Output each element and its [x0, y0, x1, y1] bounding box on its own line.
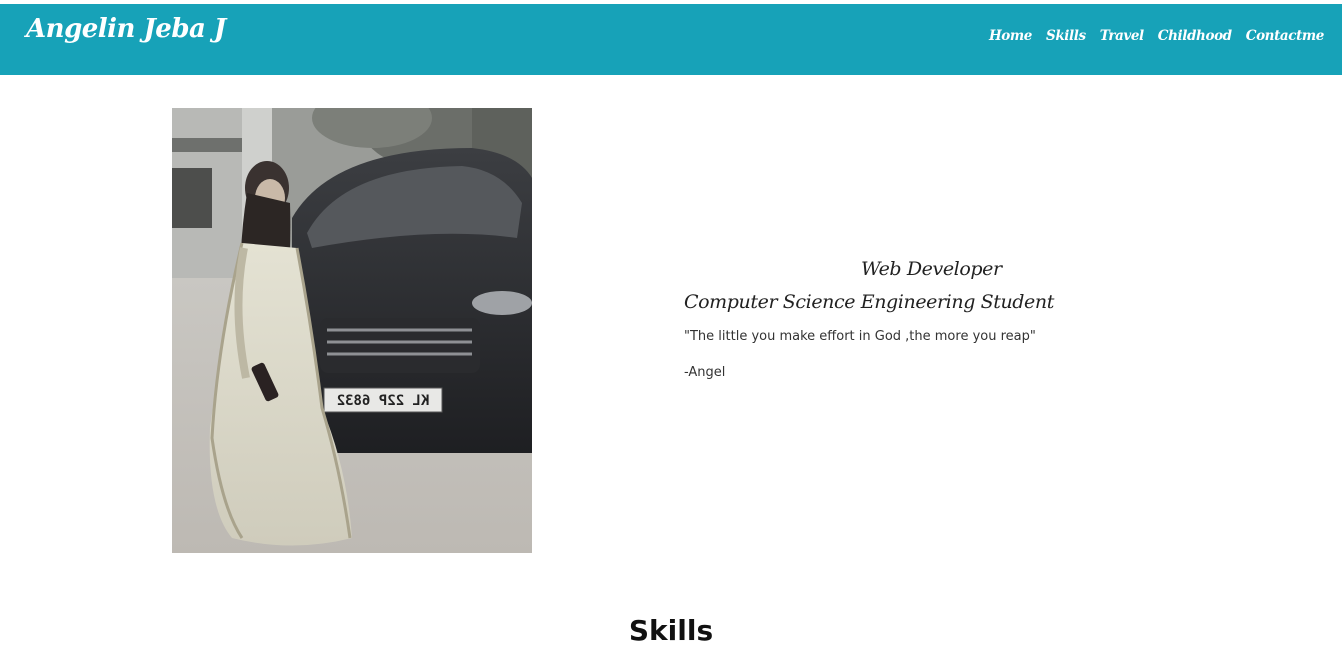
nav-link-home[interactable]: Home: [989, 28, 1032, 44]
nav-links: Home Skills Travel Childhood Contactme: [989, 28, 1324, 44]
nav-link-contactme[interactable]: Contactme: [1246, 28, 1325, 44]
nav-link-skills[interactable]: Skills: [1046, 28, 1086, 44]
profile-photo: KL 22P 6832: [172, 108, 532, 553]
skills-heading: Skills: [628, 614, 714, 647]
profile-quote: "The little you make effort in God ,the …: [684, 329, 1036, 344]
quote-author: -Angel: [684, 365, 726, 380]
nav-link-travel[interactable]: Travel: [1100, 28, 1144, 44]
license-plate-text: KL 22P 6832: [337, 393, 430, 409]
profile-title: Web Developer: [861, 258, 1002, 280]
brand-name[interactable]: Angelin Jeba J: [26, 14, 226, 44]
profile-subtitle: Computer Science Engineering Student: [684, 291, 1054, 313]
nav-link-childhood[interactable]: Childhood: [1158, 28, 1232, 44]
top-navbar: Angelin Jeba J Home Skills Travel Childh…: [0, 4, 1342, 75]
